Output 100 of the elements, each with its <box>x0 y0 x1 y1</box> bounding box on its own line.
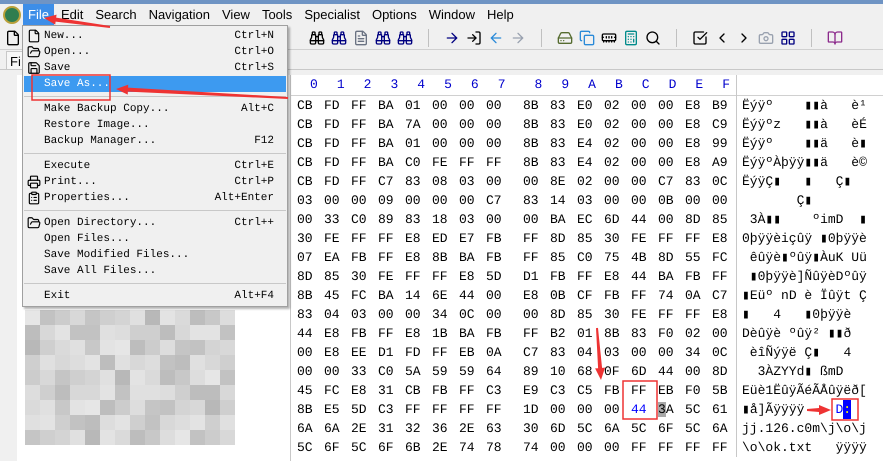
hex-byte: FB <box>604 286 621 305</box>
hex-byte: 8D <box>658 248 675 267</box>
hex-byte: FF <box>459 382 476 400</box>
menu-item-icon <box>27 175 41 189</box>
hex-byte: E8 <box>685 134 702 153</box>
hex-byte: 78 <box>486 438 503 457</box>
hex-byte: 00 <box>631 116 648 134</box>
hex-byte: FF <box>351 116 368 134</box>
hex-byte: 44 <box>658 362 675 381</box>
hex-byte: FF <box>631 286 648 305</box>
hex-byte: FD <box>324 134 341 153</box>
hex-byte: 00 <box>486 172 503 191</box>
hex-byte: FD <box>324 96 341 115</box>
menu-bar-item[interactable]: Help <box>482 4 519 26</box>
column-header: 6 <box>470 76 480 94</box>
hex-byte: 00 <box>459 116 476 134</box>
hex-byte: E8 <box>712 230 729 248</box>
hex-byte: FF <box>351 96 368 115</box>
hex-byte: 18 <box>432 210 449 229</box>
menu-item[interactable]: Exit Alt+F4 <box>24 288 286 304</box>
hex-byte: FF <box>685 306 702 324</box>
hex-byte: 14 <box>550 192 567 210</box>
menu-item[interactable]: Print... Ctrl+P <box>24 174 286 190</box>
hex-byte: BA <box>658 268 675 286</box>
hex-byte[interactable]: 44 <box>631 400 651 420</box>
hex-byte: 00 <box>604 192 621 210</box>
hex-byte: 00 <box>432 134 449 153</box>
text-column-line: \o\ok.txt ÿÿÿÿ <box>742 438 867 457</box>
hex-byte: EB <box>459 344 476 362</box>
hex-byte: FF <box>432 400 449 419</box>
text-column-line: 3ÀZYYd▮ ßmD <box>756 362 844 381</box>
menu-bar-item[interactable]: Specialist <box>299 4 365 26</box>
hex-byte: 32 <box>405 420 422 438</box>
hex-byte: 00 <box>631 134 648 153</box>
menu-bar-item[interactable]: Search <box>90 4 142 26</box>
hex-byte: 00 <box>712 192 729 210</box>
menu-bar-item[interactable]: View <box>217 4 255 26</box>
menu-bar-item[interactable]: Options <box>366 4 422 26</box>
hex-byte: 02 <box>685 324 702 343</box>
hex-byte: 8D <box>297 268 314 286</box>
hex-byte: C0 <box>351 210 368 229</box>
hex-byte: 00 <box>459 192 476 210</box>
hex-byte: FB <box>486 324 503 343</box>
hex-byte: 83 <box>405 210 422 229</box>
menu-item[interactable]: Open Directory... Ctrl++ <box>24 215 286 231</box>
hex-byte: 8D <box>712 362 729 381</box>
hex-byte: 44 <box>459 286 476 305</box>
hex-byte: 85 <box>324 268 341 286</box>
menu-item[interactable]: Open... Ctrl+O <box>24 44 286 60</box>
hex-byte[interactable]: 3A <box>658 400 678 420</box>
hex-byte: 07 <box>297 248 314 267</box>
hex-byte: FE <box>631 230 648 248</box>
text-column-line: ▮ 4 ▮0þÿÿè <box>742 306 852 324</box>
hex-byte: 02 <box>577 172 594 191</box>
hex-byte: FF <box>378 324 395 343</box>
menu-bar-item[interactable]: Navigation <box>144 4 215 26</box>
menu-item[interactable]: Backup Manager... F12 <box>24 133 286 149</box>
hex-byte: FF <box>658 306 675 324</box>
hex-byte: E0 <box>577 96 594 115</box>
menu-item[interactable]: Save All Files... <box>24 263 286 279</box>
menu-item[interactable]: New... Ctrl+N <box>24 28 286 44</box>
hex-byte: 6A <box>297 420 314 438</box>
menu-item[interactable]: Save Ctrl+S <box>24 60 286 76</box>
menu-item[interactable]: Make Backup Copy... Alt+C <box>24 101 286 117</box>
hex-byte: 59 <box>459 362 476 381</box>
menu-item[interactable]: Properties... Alt+Enter <box>24 190 286 206</box>
hex-byte: CB <box>297 116 314 134</box>
menu-bar-item[interactable]: Window <box>424 4 480 26</box>
annotation-arrow <box>595 328 606 380</box>
hex-byte: FD <box>324 172 341 191</box>
hex-byte: C3 <box>486 382 503 400</box>
hex-byte: FC <box>324 382 341 400</box>
hex-byte: 00 <box>486 306 503 324</box>
hex-byte: C9 <box>712 116 729 134</box>
menu-item[interactable]: Save Modified Files... <box>24 247 286 263</box>
hex-byte: FF <box>486 400 503 419</box>
menu-item[interactable]: Restore Image... <box>24 117 286 133</box>
hex-byte: 03 <box>459 172 476 191</box>
hex-byte: 33 <box>324 210 341 229</box>
hex-byte: 7A <box>405 116 422 134</box>
hex-byte: E8 <box>604 268 621 286</box>
hex-byte: CB <box>297 172 314 191</box>
hex-byte: 83 <box>685 172 702 191</box>
menu-item[interactable]: Execute Ctrl+E <box>24 158 286 174</box>
hex-byte: 8B <box>432 248 449 267</box>
hex-byte: B9 <box>712 96 729 115</box>
hex-byte: 74 <box>523 438 540 457</box>
hex-byte: 1D <box>523 400 540 419</box>
hex-byte: 0C <box>459 306 476 324</box>
hex-byte: 59 <box>432 362 449 381</box>
hex-byte: 0C <box>712 344 729 362</box>
menu-item[interactable]: Open Files... <box>24 231 286 247</box>
hex-byte: E8 <box>405 248 422 267</box>
hex-byte: 63 <box>486 420 503 438</box>
hex-byte: 68 <box>577 362 594 381</box>
hex-byte: 83 <box>550 344 567 362</box>
menu-bar-item[interactable]: Edit <box>56 4 88 26</box>
menu-bar-item[interactable]: Tools <box>256 4 298 26</box>
hex-byte: 00 <box>432 116 449 134</box>
hex-byte: FD <box>324 154 341 172</box>
